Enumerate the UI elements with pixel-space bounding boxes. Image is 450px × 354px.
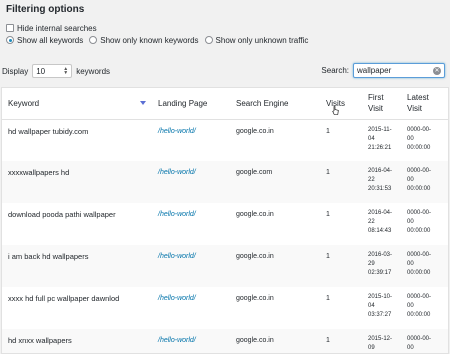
display-length-control: Display 10 ▲ ▼ keywords: [2, 64, 110, 78]
cell-visits: 1: [326, 127, 330, 135]
landing-page-link[interactable]: /hello-world/: [158, 128, 196, 135]
search-input[interactable]: wallpaper ✕: [353, 63, 445, 78]
hide-internal-checkbox[interactable]: [6, 24, 14, 32]
cell-first-visit: 2015-12- 09: [362, 329, 401, 353]
cell-search-engine: google.com: [230, 161, 320, 203]
cell-keyword: xxxxwallpapers hd: [2, 161, 152, 203]
cell-visits: 1: [326, 211, 330, 218]
radio-unknown[interactable]: Show only unknown traffic: [204, 35, 309, 45]
cell-landing-page: /hello-world/: [152, 245, 230, 287]
cell-keyword: xxxx hd full pc wallpaper dawnlod: [8, 294, 120, 303]
cell-keyword: i am back hd wallpapers: [2, 245, 152, 287]
cell-search-engine: google.co.in: [230, 329, 320, 353]
radio-button[interactable]: [204, 36, 213, 44]
radio-show-all[interactable]: Show all keywords: [6, 36, 83, 45]
stepper-icon[interactable]: ▲ ▼: [63, 67, 68, 76]
table-row: xxxxwallpapers hd /hello-world/ google.c…: [2, 161, 448, 203]
display-label: Display: [2, 66, 29, 76]
col-header-latest-visit[interactable]: Latest Visit: [401, 88, 448, 120]
col-header-visits[interactable]: Visits: [320, 88, 362, 120]
filter-options: Hide internal searches Show all keywords…: [6, 22, 314, 46]
keywords-table: Keyword Landing Page Search Engine Visit…: [1, 87, 449, 354]
cell-landing-page: /hello-world/: [152, 119, 230, 161]
cell-latest-visit: 0000-00- 00 00:00:00: [401, 245, 448, 287]
cell-visits: 1: [326, 295, 330, 302]
table-row: hd xnxx wallpapers /hello-world/ google.…: [2, 329, 448, 353]
col-header-landing-page[interactable]: Landing Page: [152, 88, 230, 120]
hide-internal-label: Hide internal searches: [17, 23, 97, 33]
landing-page-link[interactable]: /hello-world/: [158, 337, 196, 344]
cell-first-visit: 2016-03- 29 02:39:17: [362, 245, 401, 287]
cell-visits: 1: [320, 161, 362, 203]
cell-landing-page: /hello-world/: [152, 329, 230, 353]
landing-page-link[interactable]: /hello-world/: [158, 211, 196, 218]
cell-landing-page: /hello-world/: [152, 161, 230, 203]
col-header-keyword[interactable]: Keyword: [2, 88, 152, 120]
header-label: First Visit: [368, 93, 384, 114]
radio-button[interactable]: [6, 36, 14, 44]
table-header-row: Keyword Landing Page Search Engine Visit…: [2, 88, 448, 120]
header-label: Latest Visit: [407, 93, 429, 114]
radio-button[interactable]: [89, 36, 98, 44]
col-header-search-engine[interactable]: Search Engine: [230, 88, 320, 120]
cell-keyword: hd xnxx wallpapers: [2, 329, 152, 353]
cell-first-visit: 2015-10- 04 03:37:27: [368, 294, 393, 318]
pointer-cursor-icon: [332, 106, 339, 115]
cell-keyword: download pooda pathi wallpaper: [8, 210, 116, 219]
header-label: Landing Page: [158, 98, 208, 108]
cell-search-engine: google.co.in: [236, 127, 274, 135]
radio-known[interactable]: Show only known keywords: [89, 35, 199, 45]
page-title: Filtering options: [6, 4, 85, 15]
table-row: i am back hd wallpapers /hello-world/ go…: [2, 245, 448, 287]
cell-latest-visit: 0000-00- 00 00:00:00: [407, 126, 432, 151]
cell-latest-visit: 0000-00- 00 00:00:00: [407, 294, 432, 318]
search-control: Search: wallpaper ✕: [321, 63, 445, 78]
display-count-value: 10: [36, 66, 46, 76]
table-row: xxxx hd full pc wallpaper dawnlod /hello…: [2, 287, 448, 329]
col-header-first-visit[interactable]: First Visit: [362, 88, 401, 120]
radio-label: Show only unknown traffic: [215, 35, 309, 45]
display-count-select[interactable]: 10 ▲ ▼: [32, 64, 73, 78]
cell-first-visit: 2015-11- 04 21:26:21: [368, 126, 392, 151]
cell-keyword: hd wallpaper tubidy.com: [8, 126, 89, 136]
cell-search-engine: google.co.in: [230, 245, 320, 287]
cell-visits: 1: [320, 329, 362, 353]
radio-label: Show all keywords: [17, 35, 84, 45]
cell-first-visit: 2016-04- 22 08:14:43: [368, 210, 393, 234]
radio-label: Show only known keywords: [100, 35, 199, 45]
landing-page-link[interactable]: /hello-world/: [158, 295, 196, 302]
clear-icon[interactable]: ✕: [433, 66, 441, 75]
cell-latest-visit: 0000-00- 00: [401, 329, 448, 353]
traffic-radio-group: Show all keywords Show only known keywor…: [6, 34, 314, 46]
table-row: hd wallpaper tubidy.com /hello-world/ go…: [2, 119, 448, 161]
header-label: Search Engine: [236, 98, 289, 108]
header-label: Keyword: [8, 98, 40, 108]
landing-page-link[interactable]: /hello-world/: [158, 253, 196, 260]
sort-desc-icon: [140, 101, 146, 105]
cell-visits: 1: [320, 245, 362, 287]
search-value: wallpaper: [357, 66, 392, 75]
landing-page-link[interactable]: /hello-world/: [158, 169, 196, 176]
cell-search-engine: google.co.in: [236, 211, 274, 218]
cell-latest-visit: 0000-00- 00 00:00:00: [407, 210, 432, 234]
search-label: Search:: [321, 66, 349, 75]
cell-landing-page: /hello-world/: [152, 287, 230, 329]
cell-first-visit: 2016-04- 22 20:31:53: [362, 161, 401, 203]
cell-search-engine: google.co.in: [236, 295, 274, 302]
display-suffix: keywords: [76, 66, 111, 76]
table-row: download pooda pathi wallpaper /hello-wo…: [2, 203, 448, 245]
cell-landing-page: /hello-world/: [152, 203, 230, 245]
cell-latest-visit: 0000-00- 00 00:00:00: [401, 161, 448, 203]
hide-internal-row[interactable]: Hide internal searches: [6, 22, 314, 34]
